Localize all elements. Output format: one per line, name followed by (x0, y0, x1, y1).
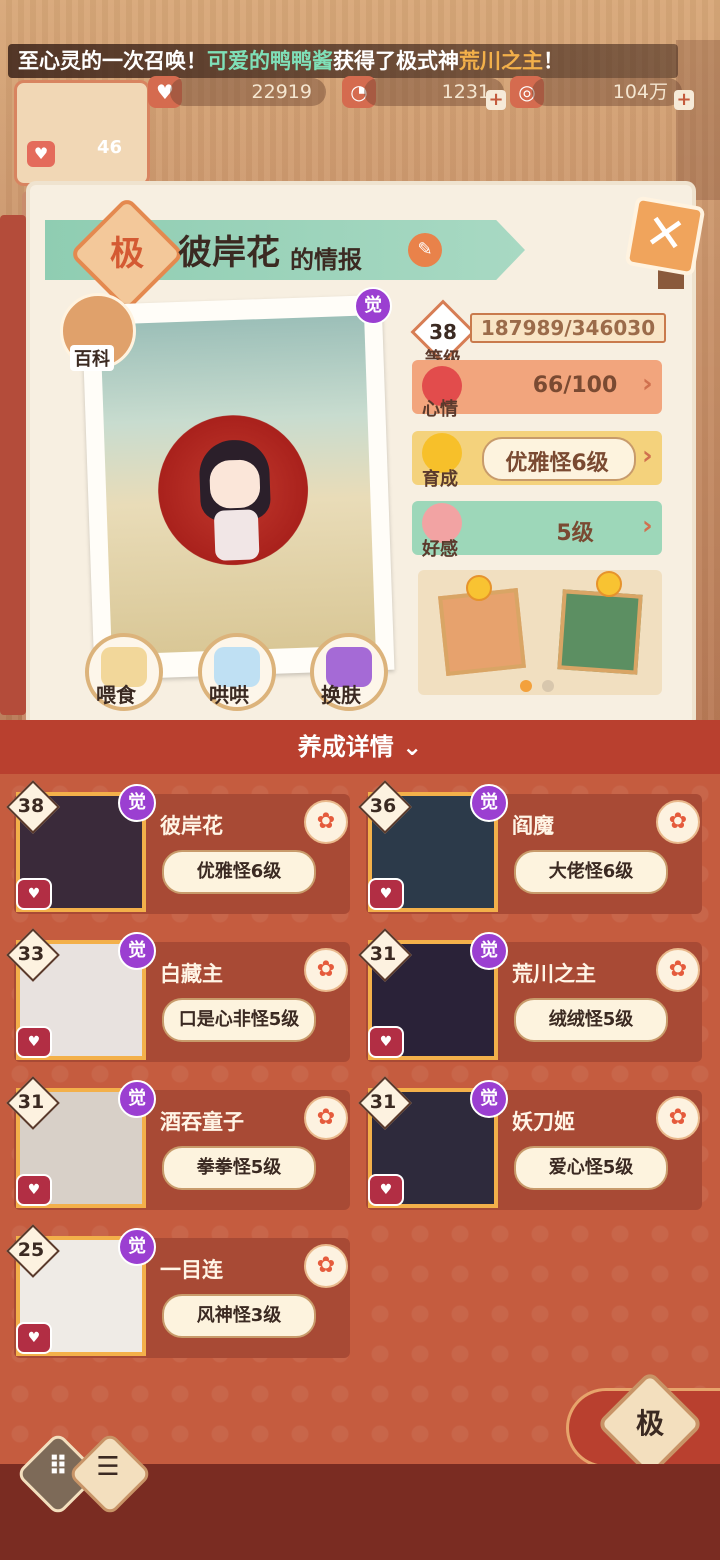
shikigami-name: 荒川之主 (512, 962, 596, 986)
coin-counter: 22919 (170, 78, 326, 106)
heart-icon: ♥ (16, 1322, 52, 1354)
heart-icon: ♥ (16, 1026, 52, 1058)
smile-icon (596, 571, 622, 597)
shikigami-level: 38 (17, 795, 45, 817)
growth-stage-pill: 爱心怪5级 (514, 1146, 668, 1190)
page-dot[interactable] (542, 680, 554, 692)
growth-value: 优雅怪6级 (505, 451, 609, 476)
player-avatar[interactable]: ♥ 46 (14, 80, 150, 186)
flower-icon[interactable]: ✿ (304, 1244, 348, 1288)
growth-label: 育成 (422, 469, 458, 490)
flower-icon[interactable]: ✿ (656, 948, 700, 992)
jade-counter: 1231 (364, 78, 504, 106)
shikigami-name: 酒吞童子 (160, 1110, 244, 1134)
flower-icon[interactable]: ✿ (656, 800, 700, 844)
shikigami-level: 25 (17, 1239, 45, 1261)
shikigami-name: 白藏主 (160, 962, 223, 986)
awaken-badge: 觉 (118, 784, 156, 822)
growth-stage-pill: 绒绒怪5级 (514, 998, 668, 1042)
affection-arrow-icon: › (642, 511, 653, 541)
heart-icon: ♥ (27, 141, 55, 167)
gift-card-plant[interactable] (557, 589, 643, 675)
affection-value: 5级 (556, 521, 594, 546)
rarity-badge-label: 极 (110, 234, 144, 274)
awaken-badge: 觉 (118, 932, 156, 970)
exp-value: 187989/346030 (480, 316, 656, 340)
shikigami-name: 彼岸花 (160, 814, 223, 838)
feed-label: 喂食 (96, 683, 136, 707)
growth-stage-pill: 风神怪3级 (162, 1294, 316, 1338)
rename-button[interactable]: ✎ (408, 233, 442, 267)
skin-label: 换肤 (321, 683, 361, 707)
growth-stage-pill: 口是心非怪5级 (162, 998, 316, 1042)
list-icon: ☰ (96, 1452, 120, 1482)
character-body (213, 509, 260, 561)
marquee-text: 至心灵的一次召唤！ (18, 49, 207, 73)
growth-detail-header[interactable]: 养成详情 ⌄ (0, 720, 720, 774)
info-panel: 极 彼岸花 的情报 ✎ ✕ 百科 觉 喂食 哄哄 换肤 38 等级 187989… (0, 185, 706, 725)
add-money-button[interactable]: + (674, 90, 694, 110)
page-dot-active[interactable] (520, 680, 532, 692)
title-suffix: 的情报 (290, 246, 362, 274)
character-face (209, 459, 261, 509)
player-level: 46 (97, 137, 123, 158)
rarity-filter-label: 极 (635, 1407, 664, 1440)
marquee-target: 荒川之主 (459, 49, 543, 73)
close-button[interactable]: ✕ (624, 195, 706, 277)
mood-label: 心情 (422, 399, 458, 420)
shikigami-name: 彼岸花 (178, 233, 280, 273)
flower-icon[interactable]: ✿ (304, 1096, 348, 1140)
shikigami-name: 一目连 (160, 1258, 223, 1282)
add-jade-button[interactable]: + (486, 90, 506, 110)
flower-icon[interactable]: ✿ (656, 1096, 700, 1140)
heart-icon: ♥ (368, 1174, 404, 1206)
wiki-label: 百科 (70, 345, 114, 371)
right-side-decoration (676, 40, 720, 200)
smile-icon (466, 575, 492, 601)
growth-stage-pill: 大佬怪6级 (514, 850, 668, 894)
marquee-text-mid: 获得了极式神 (333, 49, 459, 73)
mood-arrow-icon: › (642, 369, 653, 399)
chevron-down-icon: ⌄ (402, 733, 423, 761)
heart-icon: ♥ (368, 878, 404, 910)
growth-arrow-icon: › (642, 441, 653, 471)
heart-icon: ♥ (16, 1174, 52, 1206)
growth-stage-pill: 拳拳怪5级 (162, 1146, 316, 1190)
shikigami-level: 33 (17, 943, 45, 965)
comfort-label: 哄哄 (209, 683, 249, 707)
awaken-badge: 觉 (470, 932, 508, 970)
awaken-badge: 觉 (118, 1080, 156, 1118)
growth-stage-pill: 优雅怪6级 (162, 850, 316, 894)
awaken-badge: 觉 (118, 1228, 156, 1266)
gift-card-cake[interactable] (438, 588, 526, 676)
shikigami-level: 31 (369, 1091, 397, 1113)
awaken-badge: 觉 (470, 784, 508, 822)
flower-icon[interactable]: ✿ (304, 948, 348, 992)
money-counter: 104万 (532, 78, 682, 106)
heart-icon: ♥ (16, 878, 52, 910)
heart-icon: ♥ (368, 1026, 404, 1058)
shikigami-level: 31 (369, 943, 397, 965)
shikigami-name: 阎魔 (512, 814, 554, 838)
awaken-badge: 觉 (354, 287, 392, 325)
shikigami-name: 妖刀姬 (512, 1110, 575, 1134)
growth-detail-title: 养成详情 (297, 733, 394, 761)
mood-value: 66/100 (532, 373, 618, 398)
shikigami-level: 36 (369, 795, 397, 817)
announcement-marquee: 至心灵的一次召唤！可爱的鸭鸭酱获得了极式神荒川之主！ (8, 44, 678, 78)
awaken-badge: 觉 (470, 1080, 508, 1118)
grid-icon: ⠿ (47, 1452, 69, 1482)
shikigami-level: 31 (17, 1091, 45, 1113)
affection-label: 好感 (422, 539, 458, 560)
marquee-user: 可爱的鸭鸭酱 (207, 49, 333, 73)
marquee-text-end: ！ (543, 49, 564, 73)
flower-icon[interactable]: ✿ (304, 800, 348, 844)
